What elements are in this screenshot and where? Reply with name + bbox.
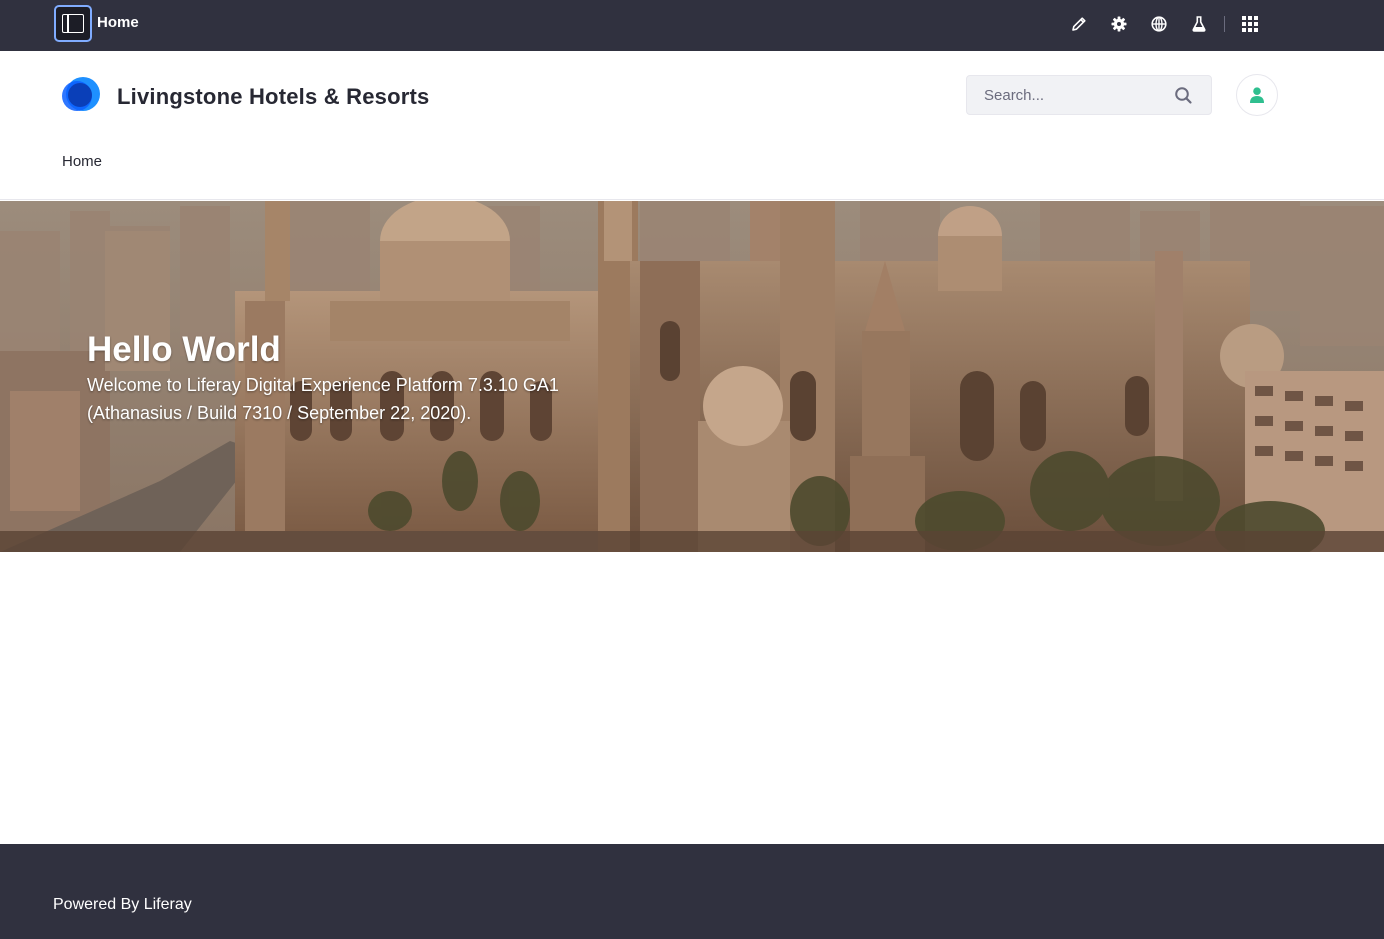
- globe-icon[interactable]: [1148, 13, 1170, 35]
- site-logo[interactable]: [62, 77, 100, 113]
- search-bar: [966, 75, 1212, 115]
- sidebar-icon: [62, 14, 84, 33]
- product-menu-toggle-button[interactable]: [54, 5, 92, 42]
- site-footer: Powered By Liferay: [0, 844, 1384, 939]
- hero-description: Welcome to Liferay Digital Experience Pl…: [87, 375, 559, 423]
- user-avatar-button[interactable]: [1236, 74, 1278, 116]
- apps-grid-icon[interactable]: [1239, 13, 1261, 35]
- hero-title: Hello World: [87, 330, 281, 369]
- hero-banner: Hello World Welcome to Liferay Digital E…: [0, 201, 1384, 552]
- powered-by-text: Powered By Liferay: [53, 896, 192, 913]
- control-menu-actions: [1068, 13, 1279, 35]
- control-menu-divider: [1224, 16, 1225, 32]
- breadcrumb-home[interactable]: Home: [62, 153, 102, 170]
- site-header: Livingstone Hotels & Resorts Home: [0, 51, 1384, 200]
- site-name[interactable]: Livingstone Hotels & Resorts: [117, 84, 429, 110]
- user-icon: [1250, 87, 1264, 103]
- gear-icon[interactable]: [1108, 13, 1130, 35]
- search-input[interactable]: [984, 86, 1164, 104]
- search-icon[interactable]: [1174, 86, 1193, 105]
- control-menu-title: Home: [97, 14, 139, 31]
- flask-icon[interactable]: [1188, 13, 1210, 35]
- pencil-icon[interactable]: [1068, 13, 1090, 35]
- control-menu: Home: [0, 0, 1384, 51]
